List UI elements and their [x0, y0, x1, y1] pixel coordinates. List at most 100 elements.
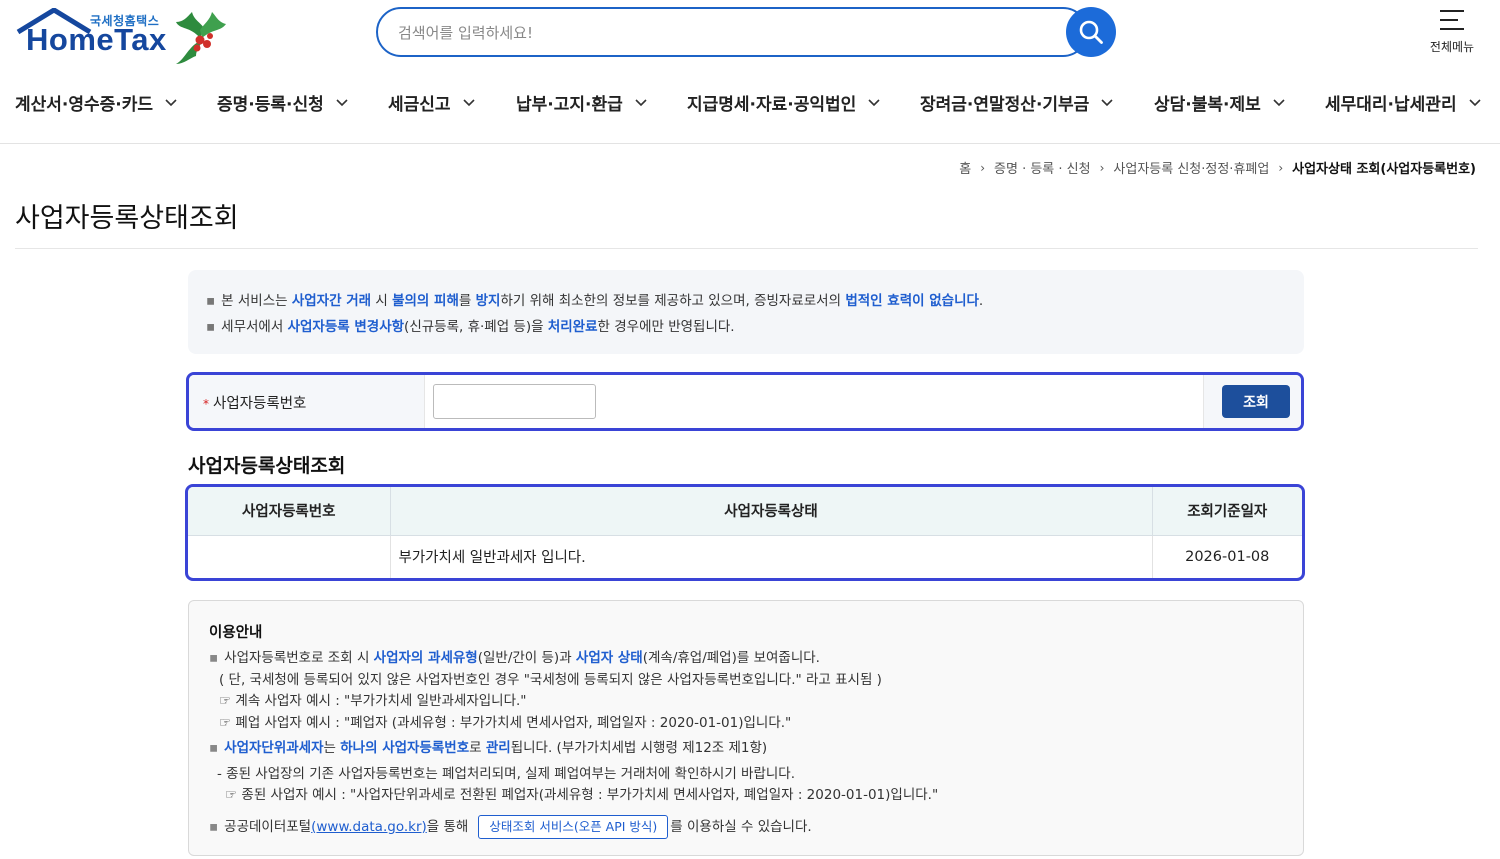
required-mark: * [203, 397, 209, 411]
lookup-button[interactable]: 조회 [1222, 385, 1290, 418]
notice-text: 를 [458, 293, 476, 309]
bullet-icon: ▪ [209, 740, 219, 756]
nav-item-label: 세무대리·납세관리 [1325, 95, 1457, 115]
main-navigation: 계산서·영수증·카드 증명·등록·신청 세금신고 납부·고지·환급 지급명세·자… [0, 82, 1500, 124]
nav-item-label: 상담·불복·제보 [1154, 95, 1261, 115]
bullet-icon: ▪ [209, 650, 219, 666]
all-menu-button[interactable]: 전체메뉴 [1418, 8, 1486, 55]
nav-item-incentive[interactable]: 장려금·연말정산·기부금 [920, 90, 1113, 115]
notice-text: 시 [371, 293, 393, 309]
notice-text: 세무서에서 [221, 319, 288, 335]
chevron-right-icon: › [1099, 160, 1105, 175]
notice-highlight: 법적인 효력이 없습니다 [845, 293, 979, 309]
notice-text: 하기 위해 최소한의 정보를 제공하고 있으며, 증빙자료로서의 [500, 293, 846, 309]
notice-line: ▪ 본 서비스는 사업자간 거래 시 불의의 피해를 방지하기 위해 최소한의 정… [206, 288, 1286, 314]
guide-example-line: ☞ 종된 사업자 예시 : "사업자단위과세로 전환된 폐업자(과세유형 : 부… [225, 787, 939, 803]
nav-item-invoice[interactable]: 계산서·영수증·카드 [15, 90, 177, 115]
chevron-down-icon [868, 98, 880, 106]
breadcrumb: 홈 › 증명 · 등록 · 신청 › 사업자등록 신청·정정·휴폐업 › 사업자… [959, 158, 1476, 178]
chevron-down-icon [635, 98, 647, 106]
breadcrumb-home[interactable]: 홈 [959, 158, 971, 177]
chevron-down-icon [1101, 98, 1113, 106]
guide-text: 를 이용하실 수 있습니다. [670, 818, 812, 835]
breadcrumb-current: 사업자상태 조회(사업자등록번호) [1292, 162, 1476, 177]
page-title: 사업자등록상태조회 [15, 203, 239, 234]
cell-date: 2026-01-08 [1185, 548, 1270, 565]
notice-text: (신규등록, 휴·폐업 등)을 [404, 319, 548, 335]
nav-item-tax-return[interactable]: 세금신고 [388, 90, 475, 115]
chevron-down-icon [1469, 98, 1481, 106]
chevron-down-icon [1273, 98, 1285, 106]
hometax-logo[interactable]: 국세청홈택스 HomeTax [14, 8, 229, 68]
result-table-box: 사업자등록번호 사업자등록상태 조회기준일자 부가가치세 일반과세자 입니다. … [185, 484, 1305, 581]
chevron-down-icon [462, 98, 475, 106]
guide-line: ▪ 사업자단위과세자는 하나의 사업자등록번호로 관리됩니다. (부가가치세법 시… [209, 738, 1283, 760]
table-header-row: 사업자등록번호 사업자등록상태 조회기준일자 [188, 487, 1302, 536]
search-button[interactable] [1066, 7, 1116, 57]
usage-guide: 이용안내 ▪ 사업자등록번호로 조회 시 사업자의 과세유형(일반/간이 등)과 … [188, 600, 1304, 856]
chevron-right-icon: › [980, 160, 986, 175]
cell-status: 부가가치세 일반과세자 입니다. [390, 535, 1153, 578]
nav-item-certificate[interactable]: 증명·등록·신청 [217, 90, 348, 115]
notice-highlight: 처리완료 [547, 319, 598, 335]
guide-title: 이용안내 [209, 625, 263, 641]
guide-line: ▪ 사업자등록번호로 조회 시 사업자의 과세유형(일반/간이 등)과 사업자 상… [209, 648, 1283, 670]
notice-highlight: 방지 [475, 293, 501, 309]
bullet-icon: ▪ [206, 293, 216, 309]
guide-line: ▪ 공공데이터포털(www.data.go.kr)을 통해 상태조회 서비스(오픈 … [209, 814, 1283, 839]
search-bar [376, 7, 1088, 57]
search-input[interactable] [398, 21, 1038, 45]
nav-item-label: 세금신고 [388, 95, 451, 115]
guide-text: 는 [323, 740, 341, 756]
chevron-down-icon [165, 98, 177, 106]
table-row: 부가가치세 일반과세자 입니다. 2026-01-08 [188, 535, 1302, 578]
notice-line: ▪ 세무서에서 사업자등록 변경사항(신규등록, 휴·폐업 등)을 처리완료한 경… [206, 314, 1286, 340]
nav-item-label: 납부·고지·환급 [516, 95, 623, 115]
data-portal-link[interactable]: (www.data.go.kr) [311, 819, 427, 835]
column-header-date: 조회기준일자 [1152, 487, 1302, 536]
open-api-button[interactable]: 상태조회 서비스(오픈 API 방식) [478, 814, 669, 839]
guide-highlight: 관리 [485, 740, 511, 756]
bullet-icon: ▪ [209, 818, 219, 835]
nav-item-payment[interactable]: 납부·고지·환급 [516, 90, 647, 115]
business-number-search-form: * 사업자등록번호 조회 [186, 372, 1304, 431]
nav-item-consult[interactable]: 상담·불복·제보 [1154, 90, 1285, 115]
chevron-right-icon: › [1278, 160, 1284, 175]
guide-text: 공공데이터포털 [224, 818, 312, 835]
notice-text: 한 경우에만 반영됩니다. [597, 319, 735, 335]
guide-text: 됩니다. (부가가치세법 시행령 제12조 제1항) [510, 740, 768, 756]
nav-item-payment-statement[interactable]: 지급명세·자료·공익법인 [687, 90, 880, 115]
breadcrumb-business-registration[interactable]: 사업자등록 신청·정정·휴폐업 [1113, 158, 1269, 177]
business-number-label: * 사업자등록번호 [203, 392, 306, 413]
guide-example-line: ☞ 폐업 사업자 예시 : "폐업자 (과세유형 : 부가가치세 면세사업자, … [219, 714, 792, 731]
nav-item-label: 계산서·영수증·카드 [15, 95, 154, 115]
guide-highlight: 사업자단위과세자 [224, 740, 324, 756]
guide-text: 사업자등록번호로 조회 시 [224, 650, 374, 666]
guide-example-line: ☞ 계속 사업자 예시 : "부가가치세 일반과세자입니다." [219, 693, 527, 709]
search-icon [1079, 20, 1103, 44]
bullet-icon: ▪ [206, 319, 216, 335]
notice-box: ▪ 본 서비스는 사업자간 거래 시 불의의 피해를 방지하기 위해 최소한의 정… [188, 270, 1304, 354]
guide-line: ( 단, 국세청에 등록되어 있지 않은 사업자번호인 경우 "국세청에 등록되… [219, 671, 882, 688]
column-header-status: 사업자등록상태 [390, 487, 1153, 536]
guide-line: - 종된 사업장의 기존 사업자등록번호는 폐업처리되며, 실제 폐업여부는 거… [217, 765, 796, 782]
result-section-title: 사업자등록상태조회 [188, 455, 346, 477]
business-number-input[interactable] [433, 384, 596, 419]
title-divider [15, 248, 1478, 249]
guide-highlight: 사업자 상태 [575, 650, 643, 666]
result-table: 사업자등록번호 사업자등록상태 조회기준일자 부가가치세 일반과세자 입니다. … [188, 487, 1302, 578]
breadcrumb-certificate[interactable]: 증명 · 등록 · 신청 [994, 158, 1091, 177]
nav-item-label: 지급명세·자료·공익법인 [687, 95, 857, 115]
guide-highlight: 사업자의 과세유형 [373, 650, 478, 666]
nav-item-label: 장려금·연말정산·기부금 [920, 95, 1090, 115]
notice-highlight: 불의의 피해 [392, 293, 459, 309]
nav-item-tax-agent[interactable]: 세무대리·납세관리 [1325, 90, 1481, 115]
notice-text: . [978, 293, 984, 309]
guide-text: (일반/간이 등)과 [477, 650, 576, 666]
holly-icon [176, 12, 226, 64]
chevron-down-icon [336, 98, 348, 106]
form-label-cell: * 사업자등록번호 [189, 375, 425, 428]
column-header-business-number: 사업자등록번호 [188, 487, 391, 536]
header-divider [0, 143, 1500, 144]
notice-text: 본 서비스는 [221, 293, 292, 309]
